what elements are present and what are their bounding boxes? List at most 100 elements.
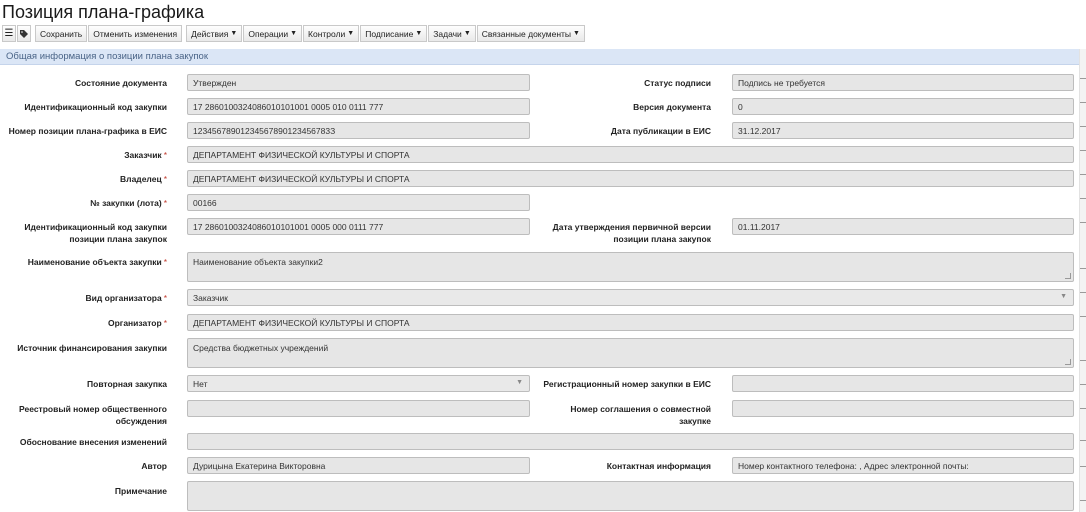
organizer-label-text: Организатор [107, 318, 162, 328]
organizer-type-select[interactable]: Заказчик ▼ [187, 289, 1074, 306]
public-discussion-label: Реестровый номер общественного обсуждения [0, 403, 167, 427]
chevron-down-icon: ▼ [290, 30, 298, 37]
save-button[interactable]: Сохранить [35, 25, 88, 42]
chevron-down-icon: ▼ [347, 30, 355, 37]
author-field[interactable]: Дурицына Екатерина Викторовна [187, 457, 530, 474]
section-title: Общая информация о позиции плана закупок [6, 51, 208, 62]
doc-status-label: Состояние документа [75, 78, 167, 88]
eis-pub-date-field[interactable]: 31.12.2017 [732, 122, 1074, 139]
first-approval-label-line2: позиции плана закупок [613, 234, 711, 244]
ikz-plan-field[interactable]: 17 2860100324086010101001 0005 000 0111 … [187, 218, 530, 235]
controls-label: Контроли [308, 28, 346, 39]
doc-status-field[interactable]: Утвержден [187, 74, 530, 91]
chevron-down-icon: ▼ [415, 30, 423, 37]
scroll-tick [1080, 440, 1086, 441]
doc-version-label: Версия документа [633, 102, 711, 112]
organizer-type-label-text: Вид организатора [85, 293, 162, 303]
public-discussion-label-line2: обсуждения [115, 416, 167, 426]
joint-agreement-label-line1: Номер соглашения о совместной [570, 404, 711, 414]
scroll-tick [1080, 222, 1086, 223]
chevron-down-icon: ▼ [1060, 293, 1067, 300]
contact-label: Контактная информация [606, 461, 711, 471]
related-documents-menu[interactable]: Связанные документы ▼ [476, 25, 585, 42]
funding-value: Средства бюджетных учреждений [193, 343, 329, 353]
required-mark: * [163, 198, 167, 208]
contact-field[interactable]: Номер контактного телефона: , Адрес элек… [732, 457, 1074, 474]
chevron-down-icon: ▼ [230, 30, 238, 37]
operations-label: Операции [248, 28, 289, 39]
required-mark: * [163, 318, 167, 328]
eis-position-field[interactable]: 12345678901234567890123456783З [187, 122, 530, 139]
sign-status-label: Статус подписи [644, 78, 711, 88]
lot-number-label-text: № закупки (лота) [90, 198, 162, 208]
scroll-tick [1080, 384, 1086, 385]
scroll-tick [1080, 78, 1086, 79]
scroll-tick [1080, 408, 1086, 409]
signing-menu[interactable]: Подписание ▼ [360, 25, 428, 42]
lot-number-field[interactable]: 00166 [187, 194, 530, 211]
object-name-textarea[interactable]: Наименование объекта закупки2 [187, 252, 1074, 282]
customer-field[interactable]: ДЕПАРТАМЕНТ ФИЗИЧЕСКОЙ КУЛЬТУРЫ И СПОРТА [187, 146, 1074, 163]
note-label: Примечание [114, 486, 167, 496]
organizer-label: Организатор * [0, 317, 167, 329]
eis-reg-number-field[interactable] [732, 375, 1074, 392]
joint-agreement-field[interactable] [732, 400, 1074, 417]
change-reason-field[interactable] [187, 433, 1074, 450]
ikz-field[interactable]: 17 2860100324086010101001 0005 010 0111 … [187, 98, 530, 115]
ikz-plan-label-line1: Идентификационный код закупки [24, 222, 167, 232]
scroll-tick [1080, 150, 1086, 151]
tag-icon[interactable] [17, 25, 31, 42]
customer-label-text: Заказчик [124, 150, 162, 160]
repeat-select[interactable]: Нет ▼ [187, 375, 530, 392]
chevron-down-icon: ▼ [463, 30, 471, 37]
operations-menu[interactable]: Операции ▼ [243, 25, 303, 42]
scroll-tick [1080, 126, 1086, 127]
related-label: Связанные документы [481, 28, 572, 39]
organizer-type-label: Вид организатора * [0, 292, 167, 304]
lot-number-label: № закупки (лота) * [0, 197, 167, 209]
cancel-changes-button[interactable]: Отменить изменения [88, 25, 183, 42]
section-header[interactable]: Общая информация о позиции плана закупок [0, 49, 1079, 65]
scroll-tick [1080, 174, 1086, 175]
required-mark: * [163, 150, 167, 160]
chevron-down-icon: ▼ [573, 30, 580, 37]
first-approval-field[interactable]: 01.11.2017 [732, 218, 1074, 235]
scroll-tick [1080, 292, 1086, 293]
scroll-tick [1080, 316, 1086, 317]
signing-label: Подписание [365, 28, 414, 39]
controls-menu[interactable]: Контроли ▼ [303, 25, 360, 42]
first-approval-label-line1: Дата утверждения первичной версии [552, 222, 711, 232]
author-label: Автор [141, 461, 167, 471]
public-discussion-field[interactable] [187, 400, 530, 417]
ikz-plan-label-line2: позиции плана закупок [69, 234, 167, 244]
hamburger-icon[interactable]: ☰ [2, 25, 16, 42]
customer-label: Заказчик * [0, 149, 167, 161]
funding-textarea[interactable]: Средства бюджетных учреждений [187, 338, 1074, 368]
repeat-value: Нет [193, 379, 208, 389]
organizer-type-value: Заказчик [193, 293, 228, 303]
tasks-menu[interactable]: Задачи ▼ [428, 25, 476, 42]
object-name-value: Наименование объекта закупки2 [193, 257, 323, 267]
note-textarea[interactable] [187, 481, 1074, 511]
repeat-label: Повторная закупка [87, 379, 167, 389]
scrollbar[interactable] [1079, 49, 1086, 512]
first-approval-label: Дата утверждения первичной версии позиции… [540, 221, 711, 245]
organizer-field[interactable]: ДЕПАРТАМЕНТ ФИЗИЧЕСКОЙ КУЛЬТУРЫ И СПОРТА [187, 314, 1074, 331]
actions-label: Действия [191, 28, 229, 39]
joint-agreement-label-line2: закупке [679, 416, 711, 426]
eis-position-label: Номер позиции плана-графика в ЕИС [8, 126, 167, 136]
resize-handle-icon[interactable] [1065, 273, 1071, 279]
actions-menu[interactable]: Действия ▼ [186, 25, 243, 42]
owner-label: Владелец * [0, 173, 167, 185]
object-name-label-text: Наименование объекта закупки [27, 257, 162, 267]
joint-agreement-label: Номер соглашения о совместной закупке [540, 403, 711, 427]
resize-handle-icon[interactable] [1065, 359, 1071, 365]
public-discussion-label-line1: Реестровый номер общественного [19, 404, 167, 414]
ikz-plan-label: Идентификационный код закупки позиции пла… [0, 221, 167, 245]
owner-field[interactable]: ДЕПАРТАМЕНТ ФИЗИЧЕСКОЙ КУЛЬТУРЫ И СПОРТА [187, 170, 1074, 187]
required-mark: * [163, 293, 167, 303]
eis-pub-date-label: Дата публикации в ЕИС [610, 126, 711, 136]
doc-version-field[interactable]: 0 [732, 98, 1074, 115]
sign-status-field[interactable]: Подпись не требуется [732, 74, 1074, 91]
chevron-down-icon: ▼ [516, 379, 523, 386]
